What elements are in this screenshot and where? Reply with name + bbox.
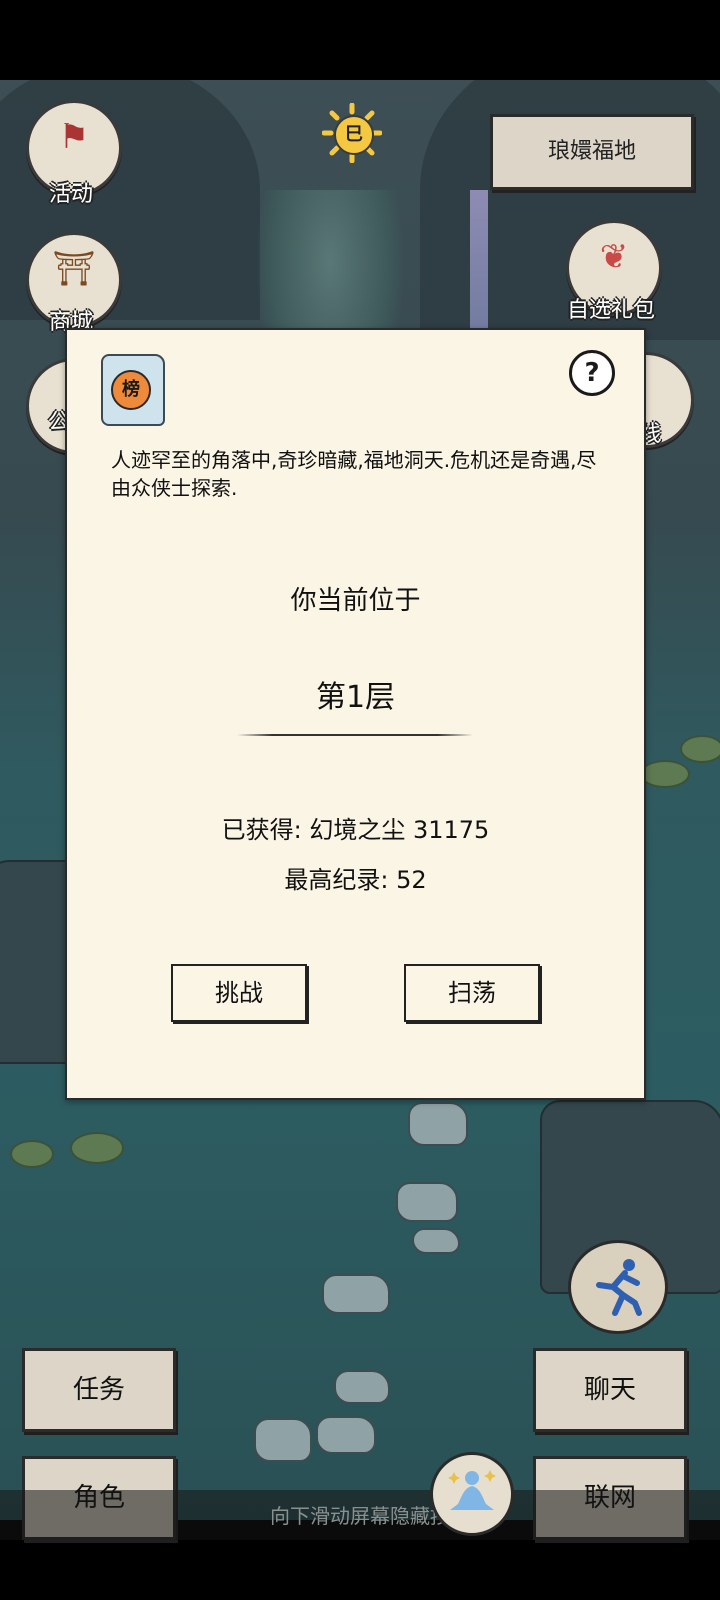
location-button[interactable]: 琅嬛福地	[490, 114, 694, 190]
stepping-stone	[396, 1182, 458, 1222]
stepping-stone	[334, 1370, 390, 1404]
stepping-stone	[254, 1418, 312, 1462]
task-button[interactable]: 任务	[22, 1348, 176, 1432]
time-char: 巳	[334, 115, 374, 155]
chat-button[interactable]: 聊天	[533, 1348, 687, 1432]
shop-stall-icon: ⛩	[52, 249, 96, 289]
leaderboard-button[interactable]: 榜	[97, 352, 167, 430]
best-record: 最高纪录: 52	[284, 866, 427, 894]
current-location-label: 你当前位于	[290, 586, 421, 616]
lily-pad	[640, 760, 690, 788]
stepping-stone	[412, 1228, 460, 1254]
leaderboard-char: 榜	[111, 370, 151, 410]
tower-dialog: 榜 ? 人迹罕至的角落中,奇珍暗藏,福地洞天.危机还是奇遇,尽由众侠士探索. 你…	[65, 328, 646, 1100]
dialog-description: 人迹罕至的角落中,奇珍暗藏,福地洞天.危机还是奇遇,尽由众侠士探索.	[111, 448, 597, 500]
lily-pad	[70, 1132, 124, 1164]
stepping-stone	[316, 1416, 376, 1454]
help-icon[interactable]: ?	[569, 350, 615, 396]
auto-run-button[interactable]	[568, 1240, 668, 1334]
gift-bag-icon: ❦	[599, 237, 629, 277]
stepping-stone	[322, 1274, 390, 1314]
obtained-reward: 已获得: 幻境之尘 31175	[221, 816, 490, 844]
swipe-hint: 向下滑动屏幕隐藏按	[270, 1504, 450, 1528]
sweep-button[interactable]: 扫荡	[404, 964, 540, 1022]
running-person-icon	[596, 1259, 642, 1316]
activity-label: 活动	[48, 182, 93, 207]
challenge-button[interactable]: 挑战	[171, 964, 307, 1022]
stepping-stone	[408, 1102, 468, 1146]
meditate-button[interactable]	[430, 1452, 514, 1536]
time-sun-icon[interactable]: 巳	[322, 103, 382, 163]
floor-value: 第1层	[315, 680, 396, 715]
divider	[237, 734, 473, 736]
gift-pack-label: 自选礼包	[566, 298, 655, 323]
lily-pad	[10, 1140, 54, 1168]
banner-icon: ⚑	[58, 117, 90, 157]
meditation-icon	[448, 1470, 496, 1510]
lily-pad	[680, 735, 720, 763]
